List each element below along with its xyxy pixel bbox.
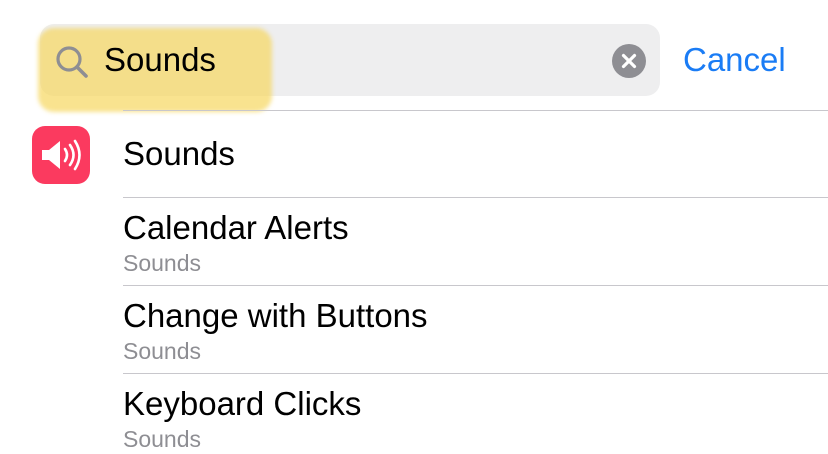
search-query-text[interactable]: Sounds (104, 38, 216, 82)
result-subtitle: Sounds (123, 250, 202, 276)
divider (123, 110, 828, 111)
result-title: Keyboard Clicks (123, 385, 362, 422)
divider (123, 285, 828, 286)
result-subtitle: Sounds (123, 338, 202, 364)
divider (123, 373, 828, 374)
result-title: Sounds (123, 135, 235, 172)
result-title: Calendar Alerts (123, 209, 349, 246)
clear-icon[interactable] (612, 44, 646, 78)
result-title: Change with Buttons (123, 297, 428, 334)
speaker-icon (32, 126, 90, 184)
divider (123, 197, 828, 198)
magnifying-glass-icon (54, 44, 90, 80)
cancel-button[interactable]: Cancel (683, 38, 786, 82)
result-subtitle: Sounds (123, 426, 202, 452)
